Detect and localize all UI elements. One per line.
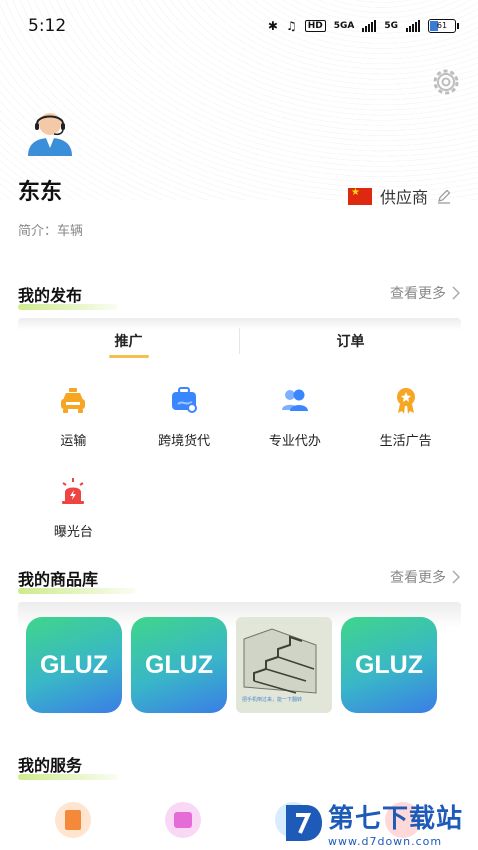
briefcase-icon (172, 387, 198, 413)
product-card[interactable]: GLUZ (26, 617, 122, 713)
battery-icon: 61 (428, 19, 459, 33)
product-card[interactable]: 把手机倒过来，能一下翻转 (236, 617, 332, 713)
watermark-title: 第七下载站 (328, 804, 464, 834)
d7-logo-icon (286, 805, 322, 841)
signal-icon (362, 20, 377, 32)
earbuds-icon: ♫ (285, 19, 297, 33)
service-cross-border-freight[interactable]: 跨境货代 (129, 384, 240, 449)
my-publish-title: 我的发布 (18, 282, 118, 310)
china-flag-icon (347, 187, 372, 205)
settings-gear-icon[interactable] (430, 66, 462, 98)
service-exposure[interactable]: 曝光台 (18, 475, 129, 540)
my-goods-title-text: 我的商品库 (18, 570, 99, 589)
tab-promotion[interactable]: 推广 (18, 318, 239, 364)
service-label: 曝光台 (53, 525, 93, 540)
service-agency[interactable]: 专业代办 (240, 384, 351, 449)
role-tag[interactable]: 供应商 (347, 184, 452, 208)
tab-orders[interactable]: 订单 (240, 318, 461, 364)
goods-view-more-label: 查看更多 (390, 570, 446, 586)
profile-intro: 简介：车辆 (18, 224, 84, 239)
publish-services-grid: 运输 跨境货代 专业代办 生活广告 曝光台 (18, 384, 461, 540)
product-caption: 把手机倒过来，能一下翻转 (242, 697, 303, 703)
role-label: 供应商 (379, 188, 428, 207)
product-card[interactable]: GLUZ (341, 617, 437, 713)
service-label: 专业代办 (268, 434, 321, 449)
taxi-icon (61, 388, 86, 413)
goods-list: GLUZ GLUZ 把手机倒过来，能一下翻转 GLUZ (26, 617, 437, 713)
product-card[interactable]: GLUZ (131, 617, 227, 713)
my-services-title-text: 我的服务 (18, 756, 83, 775)
my-publish-title-text: 我的发布 (18, 286, 83, 305)
network-label-2: 5G (384, 21, 398, 31)
tab-promotion-label: 推广 (114, 334, 143, 350)
goods-view-more[interactable]: 查看更多 (390, 567, 460, 587)
watermark-text: 第七下载站 www.d7down.com (328, 798, 463, 848)
status-icons: ✱ ♫ HD 5GA 5G 61 (267, 19, 459, 33)
signal-icon-2 (406, 20, 420, 32)
siren-icon (62, 478, 85, 504)
users-icon (281, 389, 308, 411)
service-transport[interactable]: 运输 (18, 384, 129, 449)
status-time: 5:12 (28, 16, 67, 36)
document-icon (65, 810, 81, 830)
my-services-title: 我的服务 (18, 752, 118, 780)
publish-view-more-label: 查看更多 (390, 286, 446, 302)
status-bar: 5:12 ✱ ♫ HD 5GA 5G 61 (0, 0, 478, 52)
service-label: 生活广告 (379, 434, 432, 449)
chevron-right-icon (452, 286, 460, 300)
shopping-bag-icon (174, 812, 192, 828)
service-life-ads[interactable]: 生活广告 (350, 384, 461, 449)
edit-pencil-icon[interactable] (436, 188, 452, 204)
watermark: 第七下载站 www.d7down.com (284, 798, 463, 848)
network-label-1: 5GA (333, 21, 355, 31)
avatar[interactable] (26, 104, 74, 156)
publish-tabs: 推广 订单 (18, 318, 461, 364)
service-label: 跨境货代 (158, 434, 211, 449)
service-label: 运输 (60, 434, 87, 449)
battery-level: 61 (436, 21, 448, 30)
my-goods-title: 我的商品库 (18, 566, 136, 594)
service-orange-icon[interactable] (55, 802, 91, 838)
service-pink-icon[interactable] (165, 802, 201, 838)
product-logo-text: GLUZ (144, 650, 214, 679)
bluetooth-icon: ✱ (267, 19, 278, 33)
hd-badge: HD (304, 20, 326, 32)
badge-icon (396, 388, 415, 414)
publish-view-more[interactable]: 查看更多 (390, 283, 460, 303)
profile-name: 东东 (18, 180, 63, 205)
tab-orders-label: 订单 (336, 334, 365, 350)
product-logo-text: GLUZ (39, 650, 109, 679)
watermark-url: www.d7down.com (328, 835, 443, 848)
product-logo-text: GLUZ (354, 650, 424, 679)
chevron-right-icon (452, 570, 460, 584)
